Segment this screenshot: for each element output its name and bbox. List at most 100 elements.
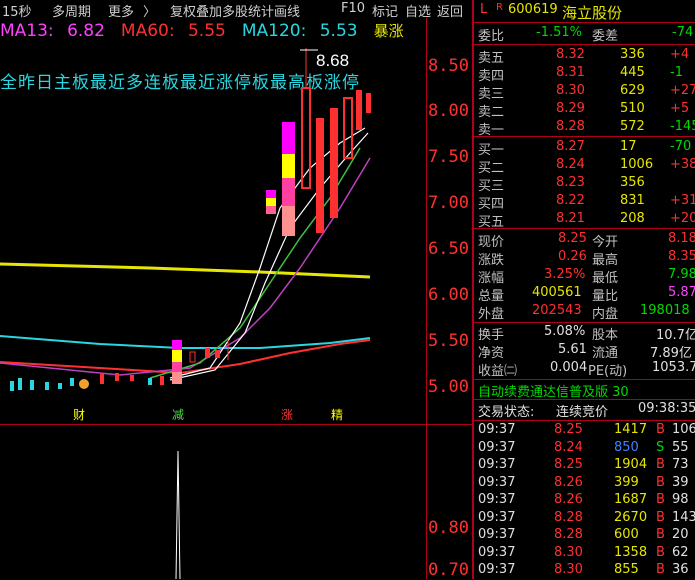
ask-price: 8.29: [556, 101, 585, 116]
bid-price: 8.22: [556, 193, 585, 208]
bid-volume: 831: [620, 193, 645, 208]
bid-volume: 1006: [620, 157, 654, 172]
tick-time: 09:37: [478, 527, 516, 542]
event-candle-2: [282, 122, 295, 154]
tick-side: B: [656, 492, 665, 507]
tick-volume: 1417: [614, 422, 648, 437]
bid-row[interactable]: 买四 8.22 831 +31: [476, 193, 695, 212]
ask-row[interactable]: 卖二 8.29 510 +5: [476, 101, 695, 120]
tick-volume: 2670: [614, 509, 648, 525]
tick-count: 55: [672, 439, 689, 455]
bid-change: +387: [670, 157, 695, 172]
ask-row[interactable]: 卖一8.28572-145: [476, 119, 695, 138]
ask-row[interactable]: 卖三 8.30 629 +278: [476, 83, 695, 102]
event-label-jian: 减: [172, 408, 185, 422]
tick-volume: 1358: [614, 544, 648, 560]
ask-label: 卖五: [478, 51, 505, 66]
tick-side: B: [656, 474, 665, 490]
r-flag: R: [496, 2, 503, 13]
ask-change: +4: [670, 47, 690, 62]
ask-row[interactable]: 卖五 8.32 336 +4: [476, 47, 695, 66]
tick-row[interactable]: 09:37 8.30 1358 B 62: [476, 545, 695, 563]
ask-price: 8.31: [556, 65, 585, 80]
tick-volume: 600: [614, 527, 639, 542]
tick-price: 8.30: [554, 562, 583, 577]
ask-label: 卖四: [478, 69, 505, 84]
bid-change: +208: [670, 211, 695, 226]
tick-volume: 855: [614, 562, 639, 577]
tick-side: B: [656, 509, 665, 525]
tick-price: 8.26: [554, 474, 583, 490]
tick-time: 09:37: [478, 474, 516, 490]
ask-label: 卖三: [478, 87, 505, 102]
tick-row[interactable]: 09:37 8.30 855 B 36: [476, 562, 695, 580]
weibi-value: -1.51%: [536, 25, 582, 40]
news-ticker[interactable]: 自动续费通达信普及版 30: [478, 381, 629, 400]
tick-time: 09:37: [478, 562, 516, 577]
ask-price: 8.32: [556, 47, 585, 62]
tick-volume: 1687: [614, 492, 648, 507]
bid-row[interactable]: 买三 8.23 356: [476, 175, 695, 194]
tick-count: 62: [672, 544, 689, 560]
tick-time: 09:37: [478, 492, 516, 507]
bid-price: 8.27: [556, 139, 585, 154]
event-candle-1: [172, 340, 182, 350]
tick-price: 8.24: [554, 439, 583, 455]
tick-row[interactable]: 09:37 8.25 1904 B 73: [476, 457, 695, 475]
tick-price: 8.30: [554, 544, 583, 560]
ma-yellow-line: [0, 262, 371, 279]
lock-flag: L: [480, 2, 488, 17]
bid-row[interactable]: 买五8.21208+208: [476, 211, 695, 230]
tick-row[interactable]: 09:37 8.24 850 S 55: [476, 440, 695, 458]
ask-price: 8.30: [556, 83, 585, 98]
tick-side: B: [656, 422, 665, 437]
stock-code[interactable]: 600619: [508, 2, 558, 17]
ask-volume: 572: [620, 119, 645, 134]
bid-price: 8.24: [556, 157, 585, 172]
tick-count: 20: [672, 527, 689, 542]
ask-row[interactable]: 卖四 8.31 445 -1: [476, 65, 695, 84]
tick-count: 143: [672, 509, 695, 525]
tick-side: B: [656, 527, 665, 542]
event-label-cai: 财: [73, 408, 86, 422]
small-candles: [10, 373, 164, 391]
bid-change: +31: [670, 193, 695, 208]
ask-change: +5: [670, 101, 690, 116]
bid-row[interactable]: 买一 8.27 17 -70: [476, 139, 695, 158]
tick-row[interactable]: 09:37 8.28 2670 B 143: [476, 510, 695, 528]
bid-volume: 356: [620, 175, 645, 190]
tick-time: 09:37: [478, 439, 516, 455]
trade-status: 连续竞价: [556, 405, 609, 420]
kline-chart[interactable]: 8.68: [0, 18, 472, 579]
bid-volume: 17: [620, 139, 637, 154]
tick-count: 106: [672, 422, 695, 437]
stock-name[interactable]: 海立股份: [562, 2, 622, 23]
event-label-zhang: 涨: [281, 408, 294, 422]
tick-row[interactable]: 09:37 8.26 1687 B 98: [476, 492, 695, 510]
tick-price: 8.25: [554, 457, 583, 472]
ask-change: -1: [670, 65, 683, 80]
ask-volume: 629: [620, 83, 645, 98]
tick-side: B: [656, 562, 665, 577]
weicha-value: -74: [672, 25, 694, 40]
bid-volume: 208: [620, 211, 645, 226]
tick-time: 09:37: [478, 422, 516, 437]
chart-divider: [0, 424, 472, 425]
bid-label: 买二: [478, 161, 505, 176]
bid-row[interactable]: 买二 8.24 1006 +387: [476, 157, 695, 176]
tick-row[interactable]: 09:37 8.28 600 B 20: [476, 527, 695, 545]
bid-change: -70: [670, 139, 692, 154]
tick-row[interactable]: 09:37 8.26 399 B 39: [476, 475, 695, 493]
bid-price: 8.23: [556, 175, 585, 190]
f10-button[interactable]: F10: [341, 1, 365, 16]
tick-time: 09:37: [478, 509, 516, 525]
tick-time: 09:37: [478, 457, 516, 472]
bid-price: 8.21: [556, 211, 585, 226]
tick-side: B: [656, 544, 665, 560]
tick-row[interactable]: 09:37 8.25 1417 B 106: [476, 422, 695, 440]
top-toolbar: 15秒 多周期 更多 〉 复权叠加多股统计画线 F10 标记 自选 返回: [0, 0, 474, 20]
quote-panel: L R 600619 海立股份 委比 -1.51% 委差 -74 卖五 8.32 3…: [474, 0, 695, 579]
bid-label: 买三: [478, 179, 505, 194]
ask-price: 8.28: [556, 119, 585, 134]
bid-label: 买一: [478, 143, 505, 158]
